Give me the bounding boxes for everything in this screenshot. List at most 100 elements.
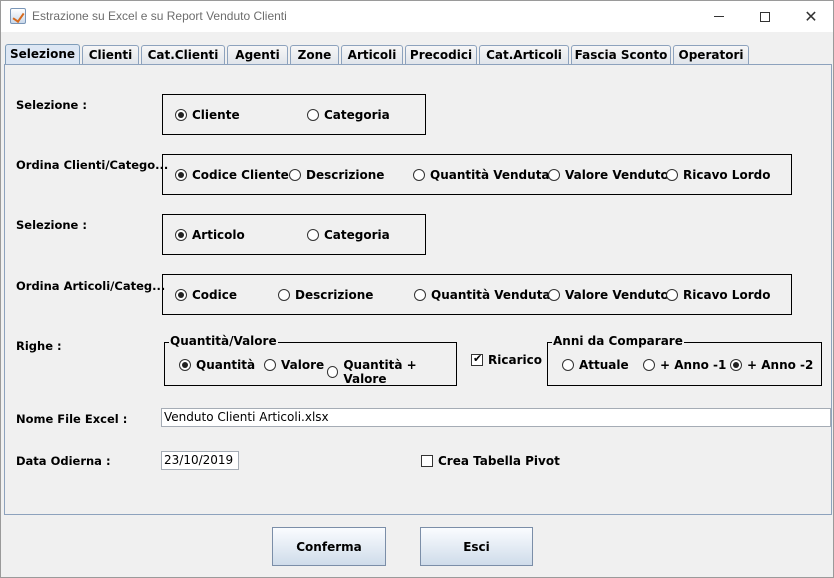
app-window: Estrazione su Excel e su Report Venduto … [0, 0, 834, 578]
quantita-valore-group: Quantità/Valore Quantità Valore Quantità… [164, 334, 457, 386]
radio-categoria-articoli[interactable]: Categoria [307, 228, 390, 242]
tab-agenti[interactable]: Agenti [227, 45, 288, 65]
radio-anno-2[interactable]: + Anno -2 [730, 358, 813, 372]
radio-icon [327, 366, 339, 378]
selezione-clienti-group: Cliente Categoria [162, 94, 426, 135]
radio-icon [289, 169, 301, 181]
checkbox-icon [421, 455, 433, 467]
data-odierna-input[interactable]: 23/10/2019 [161, 451, 239, 470]
quantita-valore-title: Quantità/Valore [169, 334, 278, 348]
maximize-button[interactable] [742, 1, 788, 32]
ordina-articoli-label: Ordina Articoli/Categ... [16, 279, 166, 293]
radio-selected-icon [175, 229, 187, 241]
radio-descrizione-articoli[interactable]: Descrizione [278, 288, 373, 302]
minimize-button[interactable] [696, 1, 742, 32]
tab-cat-clienti[interactable]: Cat.Clienti [141, 45, 225, 65]
radio-icon [264, 359, 276, 371]
radio-descrizione-clienti[interactable]: Descrizione [289, 168, 384, 182]
radio-selected-icon [175, 289, 187, 301]
radio-icon [278, 289, 290, 301]
radio-label: Valore Venduto [565, 288, 669, 302]
radio-selected-icon [175, 169, 187, 181]
radio-label: Articolo [192, 228, 245, 242]
radio-label: Attuale [579, 358, 629, 372]
radio-categoria-clienti[interactable]: Categoria [307, 108, 390, 122]
checkbox-label: Crea Tabella Pivot [438, 454, 560, 468]
radio-valore[interactable]: Valore [264, 358, 324, 372]
tab-articoli[interactable]: Articoli [341, 45, 403, 65]
radio-icon [548, 169, 560, 181]
tab-selezione[interactable]: Selezione [5, 44, 80, 66]
radio-quantita-venduta-articoli[interactable]: Quantità Venduta [414, 288, 551, 302]
radio-label: Ricavo Lordo [683, 168, 771, 182]
maximize-icon [760, 11, 770, 22]
righe-label: Righe : [16, 339, 62, 353]
radio-label: Codice [192, 288, 238, 302]
ricarico-checkbox[interactable]: Ricarico [471, 352, 542, 367]
radio-attuale[interactable]: Attuale [562, 358, 629, 372]
radio-icon [413, 169, 425, 181]
radio-label: Cliente [192, 108, 240, 122]
radio-icon [643, 359, 655, 371]
radio-label: Quantità + Valore [343, 358, 417, 386]
radio-icon [666, 289, 678, 301]
tab-cat-articoli[interactable]: Cat.Articoli [479, 45, 569, 65]
radio-label: Quantità Venduta [430, 168, 550, 182]
radio-icon [548, 289, 560, 301]
conferma-button[interactable]: Conferma [272, 527, 386, 566]
tab-fascia-sconto[interactable]: Fascia Sconto [571, 45, 671, 65]
radio-label: Valore Venduto [565, 168, 669, 182]
radio-selected-icon [730, 359, 742, 371]
selezione-articoli-group: Articolo Categoria [162, 214, 426, 255]
close-icon: ✕ [804, 7, 818, 26]
tab-precodici[interactable]: Precodici [405, 45, 477, 65]
radio-codice-articolo[interactable]: Codice [175, 288, 237, 302]
radio-label: Descrizione [306, 168, 385, 182]
title-bar: Estrazione su Excel e su Report Venduto … [1, 1, 833, 32]
nome-file-input[interactable]: Venduto Clienti Articoli.xlsx [161, 408, 831, 427]
minimize-icon [714, 16, 724, 17]
radio-quantita[interactable]: Quantità [179, 358, 255, 372]
radio-label: Ricavo Lordo [683, 288, 771, 302]
radio-label: Valore [281, 358, 325, 372]
radio-cliente[interactable]: Cliente [175, 108, 240, 122]
radio-selected-icon [175, 109, 187, 121]
radio-quantita-venduta-clienti[interactable]: Quantità Venduta [413, 168, 550, 182]
java-app-icon [10, 8, 26, 24]
nome-file-label: Nome File Excel : [16, 412, 128, 426]
ordina-articoli-group: Codice Descrizione Quantità Venduta Valo… [162, 274, 792, 315]
data-odierna-label: Data Odierna : [16, 454, 111, 468]
ordina-clienti-label: Ordina Clienti/Catego... [16, 158, 169, 172]
radio-label: Quantità [196, 358, 256, 372]
radio-anno-1[interactable]: + Anno -1 [643, 358, 726, 372]
radio-label: Categoria [324, 108, 390, 122]
selezione-clienti-label: Selezione : [16, 98, 87, 112]
radio-label: Descrizione [295, 288, 374, 302]
radio-icon [307, 109, 319, 121]
radio-label: Categoria [324, 228, 390, 242]
ordina-clienti-group: Codice Cliente Descrizione Quantità Vend… [162, 154, 792, 195]
tab-operatori[interactable]: Operatori [673, 45, 749, 65]
radio-codice-cliente[interactable]: Codice Cliente [175, 168, 289, 182]
esci-button[interactable]: Esci [420, 527, 533, 566]
radio-icon [562, 359, 574, 371]
tab-zone[interactable]: Zone [290, 45, 339, 65]
radio-valore-venduto-clienti[interactable]: Valore Venduto [548, 168, 669, 182]
anni-comparare-title: Anni da Comparare [552, 334, 684, 348]
radio-icon [307, 229, 319, 241]
radio-label: + Anno -1 [660, 358, 727, 372]
checkbox-checked-icon [471, 352, 483, 366]
tab-clienti[interactable]: Clienti [82, 45, 139, 65]
window-title: Estrazione su Excel e su Report Venduto … [32, 9, 287, 23]
radio-articolo[interactable]: Articolo [175, 228, 245, 242]
radio-icon [666, 169, 678, 181]
radio-ricavo-lordo-clienti[interactable]: Ricavo Lordo [666, 168, 770, 182]
crea-tabella-pivot-checkbox[interactable]: Crea Tabella Pivot [421, 454, 560, 468]
radio-ricavo-lordo-articoli[interactable]: Ricavo Lordo [666, 288, 770, 302]
anni-comparare-group: Anni da Comparare Attuale + Anno -1 + An… [547, 334, 822, 386]
checkbox-label: Ricarico [488, 353, 542, 367]
radio-valore-venduto-articoli[interactable]: Valore Venduto [548, 288, 669, 302]
radio-quantita-valore[interactable]: Quantità + Valore [327, 358, 456, 386]
radio-label: + Anno -2 [747, 358, 814, 372]
close-button[interactable]: ✕ [788, 1, 834, 32]
